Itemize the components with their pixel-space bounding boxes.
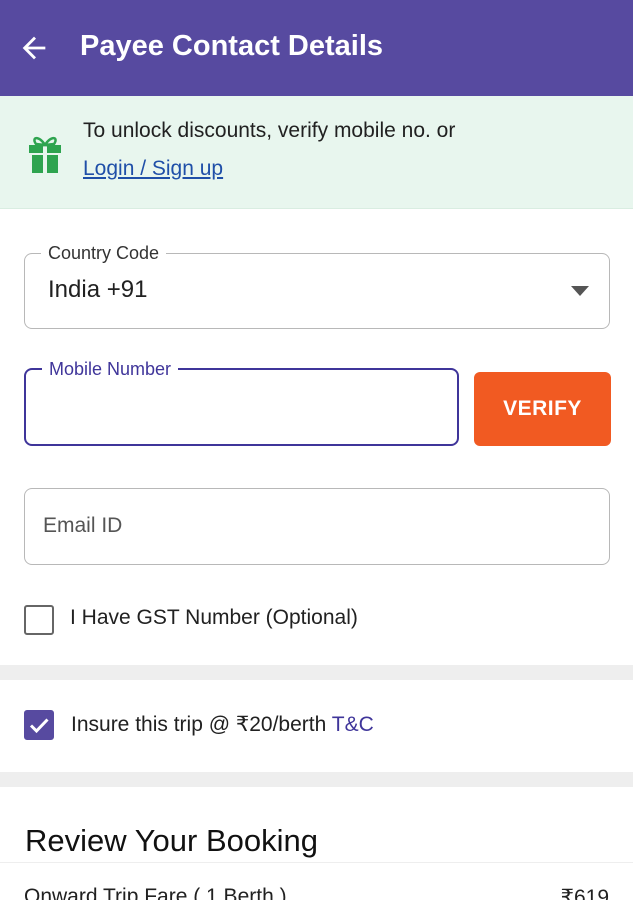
section-divider (0, 772, 633, 787)
fare-row: Onward Trip Fare ( 1 Berth ) ₹619 (0, 862, 633, 900)
insurance-text: Insure this trip @ ₹20/berth (71, 713, 327, 736)
checkmark-icon (29, 718, 49, 734)
mobile-number-input[interactable] (40, 386, 440, 428)
email-field (24, 488, 610, 565)
page-title: Payee Contact Details (80, 30, 384, 62)
section-divider (0, 665, 633, 680)
back-button[interactable] (12, 26, 56, 70)
mobile-number-field: Mobile Number (24, 357, 459, 446)
review-booking-title: Review Your Booking (25, 823, 318, 858)
login-signup-link[interactable]: Login / Sign up (83, 157, 223, 181)
gst-label[interactable]: I Have GST Number (Optional) (70, 606, 358, 630)
app-bar: Payee Contact Details (0, 0, 633, 96)
fare-amount: ₹619 (560, 886, 609, 900)
promo-banner (0, 96, 633, 209)
mobile-number-label: Mobile Number (42, 357, 179, 381)
country-code-select[interactable]: Country Code India +91 (24, 241, 610, 329)
country-code-label: Country Code (41, 241, 167, 265)
insurance-label: Insure this trip @ ₹20/berth T&C (71, 712, 374, 737)
gift-icon (29, 136, 61, 173)
dropdown-caret-icon (571, 286, 589, 296)
verify-button[interactable]: VERIFY (474, 372, 611, 446)
email-input[interactable] (43, 505, 583, 547)
insurance-checkbox[interactable] (24, 710, 54, 740)
gst-checkbox[interactable] (24, 605, 54, 635)
terms-link[interactable]: T&C (332, 713, 374, 736)
country-code-value: India +91 (48, 276, 148, 303)
fare-label: Onward Trip Fare ( 1 Berth ) (24, 885, 287, 900)
promo-text: To unlock discounts, verify mobile no. o… (83, 119, 456, 142)
arrow-left-icon (22, 36, 46, 60)
